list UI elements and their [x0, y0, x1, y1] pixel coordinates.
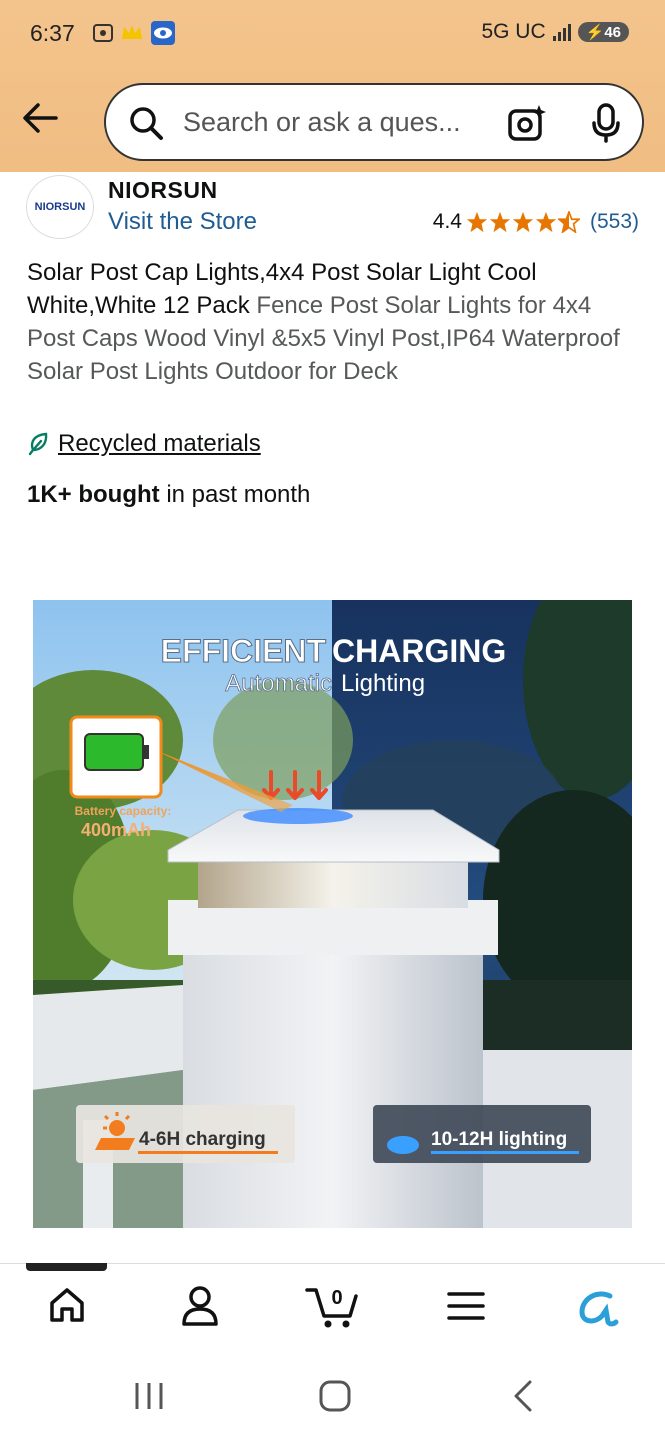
rating-value: 4.4 — [432, 210, 462, 233]
screenshot-icon — [93, 24, 113, 42]
back-button[interactable] — [20, 100, 60, 141]
home-icon — [50, 1288, 84, 1322]
brand-logo[interactable]: NIORSUN — [26, 175, 94, 239]
star-half-icon — [557, 211, 580, 233]
star-full-icon — [512, 211, 534, 233]
brand-name: NIORSUN — [108, 177, 218, 203]
cart-count: 0 — [331, 1287, 342, 1309]
image-headline-right: CHARGING — [332, 633, 506, 669]
nav-rufus[interactable] — [576, 1288, 620, 1333]
search-icon — [130, 107, 163, 140]
camera-search-icon[interactable] — [506, 103, 548, 143]
signal-icon — [552, 24, 571, 41]
battery-capacity-value: 400mAh — [81, 820, 151, 840]
recycled-label: Recycled materials — [58, 430, 261, 457]
battery-capacity-label: Battery capacity: — [75, 804, 172, 818]
status-bar: 6:37 5G UC ⚡46 — [0, 0, 665, 66]
status-time: 6:37 — [30, 20, 75, 46]
eye-app-icon — [151, 21, 175, 45]
cart-icon: 0 — [305, 1287, 358, 1328]
recycled-materials-link[interactable]: Recycled materials — [28, 430, 261, 458]
bought-rest: in past month — [159, 481, 311, 508]
product-title: Solar Post Cap Lights,4x4 Post Solar Lig… — [27, 256, 627, 388]
menu-icon — [447, 1292, 485, 1320]
visit-store-link[interactable]: Visit the Store — [108, 208, 257, 236]
image-sub-right: Lighting — [341, 670, 425, 697]
image-headline-left: EFFICIENT — [161, 633, 327, 669]
home-system-icon[interactable] — [318, 1379, 352, 1413]
nav-cart[interactable]: 0 — [304, 1280, 362, 1335]
back-system-icon[interactable] — [508, 1379, 536, 1413]
product-image[interactable]: Battery capacity: 400mAh EFFICIENT CHARG… — [33, 600, 632, 1228]
nav-account[interactable] — [181, 1285, 219, 1332]
battery-badge: ⚡46 — [577, 22, 629, 42]
back-arrow-icon — [23, 103, 58, 133]
rating-count: (553) — [589, 210, 639, 233]
image-sub-left: Automatic — [225, 670, 332, 697]
recent-apps-icon[interactable] — [133, 1381, 165, 1411]
charging-badge: 4-6H charging — [139, 1129, 266, 1150]
nav-menu[interactable] — [447, 1290, 485, 1327]
system-nav-bar — [0, 1355, 665, 1440]
search-input[interactable]: Search or ask a ques... — [183, 107, 461, 138]
lighting-badge: 10-12H lighting — [431, 1129, 567, 1150]
network-label: 5G UC — [481, 20, 546, 43]
star-full-icon — [489, 211, 511, 233]
brand-logo-text: NIORSUN — [34, 201, 86, 213]
star-full-icon — [466, 211, 488, 233]
bought-count: 1K+ bought in past month — [27, 481, 310, 509]
rufus-ai-icon — [579, 1291, 619, 1327]
leaf-icon — [28, 432, 48, 456]
search-bar[interactable]: Search or ask a ques... — [104, 83, 644, 161]
star-rating — [466, 211, 580, 233]
product-image-art: Battery capacity: 400mAh EFFICIENT CHARG… — [33, 600, 632, 1228]
microphone-icon[interactable] — [590, 103, 622, 143]
rating-summary[interactable]: 4.4 (553) — [433, 210, 639, 234]
account-icon — [182, 1286, 218, 1326]
status-icons — [92, 20, 176, 46]
nav-active-indicator — [26, 1263, 107, 1271]
bought-bold: 1K+ bought — [27, 481, 160, 508]
star-full-icon — [535, 211, 557, 233]
crown-icon — [122, 25, 142, 39]
nav-home[interactable] — [48, 1285, 86, 1330]
status-right: 5G UC ⚡46 — [481, 20, 629, 44]
battery-level: 46 — [604, 24, 621, 41]
app-header: 6:37 5G UC ⚡46 Search or ask a ques... — [0, 0, 665, 172]
